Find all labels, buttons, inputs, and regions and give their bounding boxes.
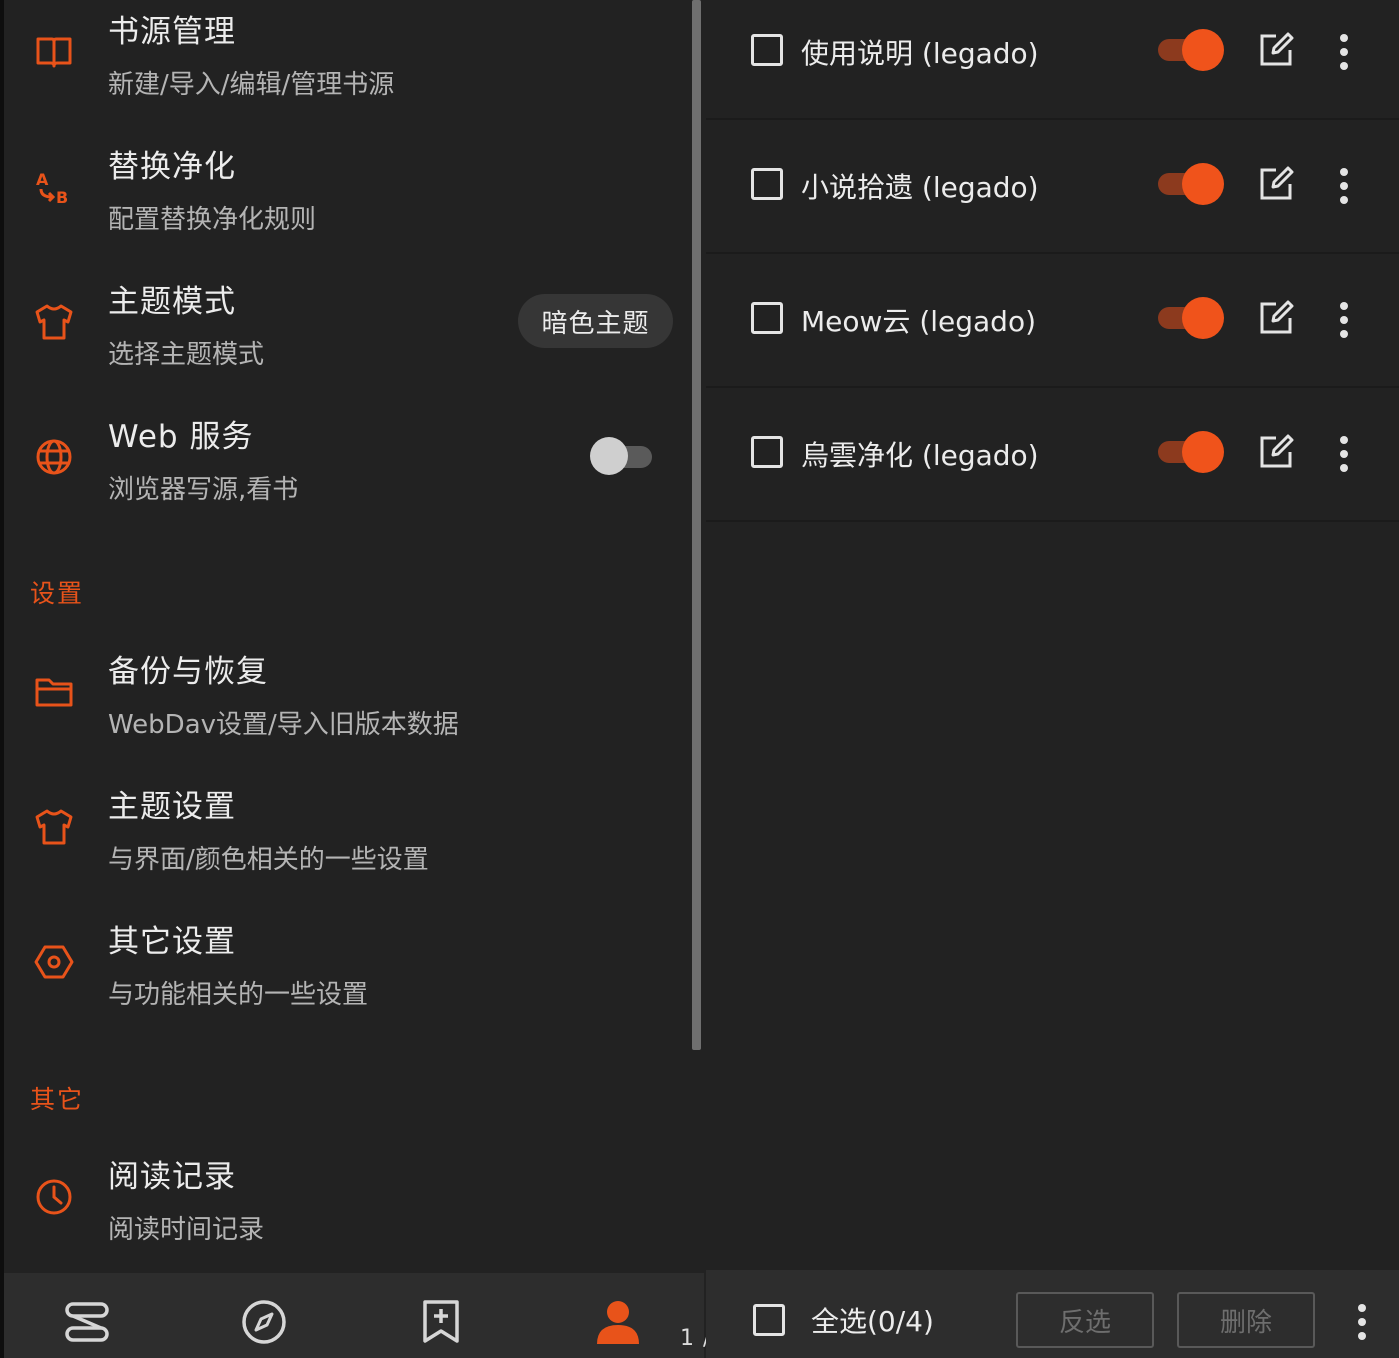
item-subtitle: 选择主题模式 bbox=[108, 340, 265, 370]
item-title: 主题模式 bbox=[108, 284, 236, 320]
shirt-icon bbox=[32, 805, 76, 849]
item-title: 书源管理 bbox=[108, 14, 236, 50]
item-title: 主题设置 bbox=[108, 789, 236, 825]
toggle-knob bbox=[590, 437, 628, 475]
folder-icon bbox=[32, 670, 76, 714]
section-header-other: 其它 bbox=[30, 1085, 85, 1114]
delete-button[interactable]: 删除 bbox=[1177, 1292, 1315, 1348]
menu-item-book-source[interactable]: 书源管理 新建/导入/编辑/管理书源 bbox=[0, 0, 690, 135]
row-checkbox[interactable] bbox=[751, 34, 783, 66]
enable-toggle[interactable] bbox=[1158, 29, 1224, 71]
theme-mode-value[interactable]: 暗色主题 bbox=[518, 294, 673, 348]
more-icon[interactable] bbox=[1336, 434, 1352, 474]
select-all-checkbox[interactable] bbox=[753, 1304, 785, 1336]
menu-item-backup[interactable]: 备份与恢复 WebDav设置/导入旧版本数据 bbox=[0, 640, 690, 775]
svg-text:A: A bbox=[36, 170, 49, 189]
more-icon[interactable] bbox=[1336, 300, 1352, 340]
toggle-knob bbox=[1182, 163, 1224, 205]
item-subtitle: 与功能相关的一些设置 bbox=[108, 980, 369, 1010]
toggle-knob bbox=[1182, 297, 1224, 339]
row-checkbox[interactable] bbox=[751, 302, 783, 334]
globe-icon bbox=[32, 435, 76, 479]
row-label: 烏雲净化 (legado) bbox=[801, 439, 1039, 472]
explore-icon[interactable] bbox=[239, 1297, 289, 1347]
more-icon[interactable] bbox=[1336, 166, 1352, 206]
edit-icon[interactable] bbox=[1258, 300, 1294, 336]
item-title: 备份与恢复 bbox=[108, 654, 268, 690]
profile-icon[interactable] bbox=[593, 1297, 643, 1347]
enable-toggle[interactable] bbox=[1158, 163, 1224, 205]
bottom-navigation bbox=[4, 1273, 704, 1358]
list-item[interactable]: Meow云 (legado) bbox=[706, 252, 1399, 388]
edit-icon[interactable] bbox=[1258, 32, 1294, 68]
settings-panel: 书源管理 新建/导入/编辑/管理书源 A B 替换净化 配置替换净化规则 主题模… bbox=[0, 0, 701, 1358]
item-subtitle: 阅读时间记录 bbox=[108, 1215, 265, 1245]
item-subtitle: 配置替换净化规则 bbox=[108, 205, 317, 235]
row-label: 使用说明 (legado) bbox=[801, 37, 1039, 70]
row-label: 小说拾遗 (legado) bbox=[801, 171, 1039, 204]
toggle-knob bbox=[1182, 29, 1224, 71]
row-label: Meow云 (legado) bbox=[801, 305, 1037, 338]
replace-icon: A B bbox=[32, 165, 76, 209]
enable-toggle[interactable] bbox=[1158, 297, 1224, 339]
book-icon bbox=[32, 30, 76, 74]
more-icon[interactable] bbox=[1336, 32, 1352, 72]
web-service-toggle[interactable] bbox=[590, 436, 654, 476]
item-title: 其它设置 bbox=[108, 924, 236, 960]
clock-icon bbox=[32, 1175, 76, 1219]
screen: 书源管理 新建/导入/编辑/管理书源 A B 替换净化 配置替换净化规则 主题模… bbox=[0, 0, 1399, 1358]
svg-text:B: B bbox=[56, 188, 68, 207]
item-title: 阅读记录 bbox=[108, 1159, 236, 1195]
list-item[interactable]: 使用说明 (legado) bbox=[706, 0, 1399, 120]
select-all-label[interactable]: 全选(0/4) bbox=[811, 1300, 934, 1340]
item-title: 替换净化 bbox=[108, 149, 236, 185]
bookshelf-icon[interactable] bbox=[62, 1297, 112, 1347]
menu-item-web-service[interactable]: Web 服务 浏览器写源,看书 bbox=[0, 405, 690, 540]
menu-item-theme-settings[interactable]: 主题设置 与界面/颜色相关的一些设置 bbox=[0, 775, 690, 910]
item-subtitle: 浏览器写源,看书 bbox=[108, 475, 299, 505]
menu-item-other-settings[interactable]: 其它设置 与功能相关的一些设置 bbox=[0, 910, 690, 1045]
item-subtitle: WebDav设置/导入旧版本数据 bbox=[108, 710, 459, 740]
enable-toggle[interactable] bbox=[1158, 431, 1224, 473]
list-item[interactable]: 小说拾遗 (legado) bbox=[706, 118, 1399, 254]
menu-item-replace[interactable]: A B 替换净化 配置替换净化规则 bbox=[0, 135, 690, 270]
row-checkbox[interactable] bbox=[751, 168, 783, 200]
item-title: Web 服务 bbox=[108, 419, 254, 455]
list-item[interactable]: 烏雲净化 (legado) bbox=[706, 386, 1399, 522]
toggle-knob bbox=[1182, 431, 1224, 473]
item-subtitle: 新建/导入/编辑/管理书源 bbox=[108, 70, 395, 100]
source-list-panel: 使用说明 (legado) 小说拾遗 (legado) Meow云 (legad… bbox=[706, 0, 1399, 1358]
item-subtitle: 与界面/颜色相关的一些设置 bbox=[108, 845, 429, 875]
more-icon[interactable] bbox=[1354, 1302, 1370, 1342]
shirt-icon bbox=[32, 300, 76, 344]
menu-item-read-record[interactable]: 阅读记录 阅读时间记录 bbox=[0, 1145, 690, 1280]
selection-bar: 全选(0/4) 反选 删除 bbox=[706, 1270, 1399, 1358]
edit-icon[interactable] bbox=[1258, 166, 1294, 202]
section-header-settings: 设置 bbox=[30, 579, 85, 608]
rss-icon[interactable] bbox=[416, 1297, 466, 1347]
settings-hex-icon bbox=[32, 940, 76, 984]
edit-icon[interactable] bbox=[1258, 434, 1294, 470]
row-checkbox[interactable] bbox=[751, 436, 783, 468]
invert-selection-button[interactable]: 反选 bbox=[1016, 1292, 1154, 1348]
scrollbar[interactable] bbox=[692, 0, 701, 1050]
